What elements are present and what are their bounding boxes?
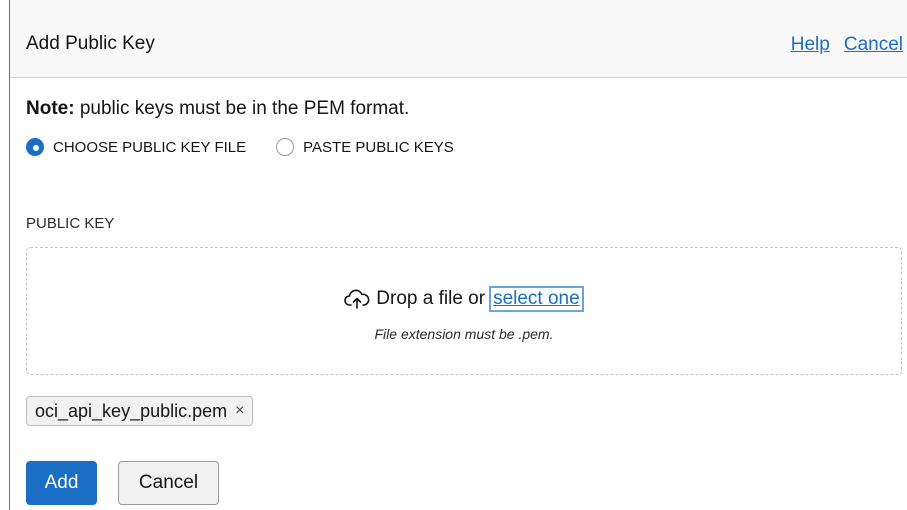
drop-text: Drop a file or — [376, 288, 486, 309]
cancel-button[interactable]: Cancel — [118, 461, 219, 505]
radio-unchecked-icon[interactable] — [276, 138, 295, 156]
drop-instructions: Drop a file or select one — [27, 286, 901, 312]
dialog-title: Add Public Key — [26, 33, 155, 54]
select-file-link[interactable]: select one — [489, 286, 584, 312]
note-text: public keys must be in the PEM format. — [74, 98, 410, 119]
dialog-header: Add Public Key Help Cancel — [10, 0, 907, 78]
header-cancel-link[interactable]: Cancel — [844, 34, 903, 55]
remove-file-icon[interactable]: × — [235, 402, 244, 420]
radio-paste-keys[interactable]: PASTE PUBLIC KEYS — [276, 138, 454, 156]
header-links: Help Cancel — [777, 34, 903, 56]
key-source-radio-group: CHOOSE PUBLIC KEY FILE PASTE PUBLIC KEYS — [26, 138, 484, 156]
radio-paste-keys-label[interactable]: PASTE PUBLIC KEYS — [303, 139, 454, 156]
left-divider — [0, 0, 10, 510]
add-button[interactable]: Add — [26, 461, 97, 505]
selected-file-name: oci_api_key_public.pem — [35, 400, 228, 421]
radio-checked-icon[interactable] — [26, 138, 44, 156]
public-key-label: PUBLIC KEY — [26, 215, 115, 232]
help-link[interactable]: Help — [791, 34, 830, 55]
file-dropzone[interactable]: Drop a file or select one File extension… — [26, 247, 902, 375]
selected-file-chip: oci_api_key_public.pem × — [26, 396, 254, 426]
note-label: Note: — [26, 98, 75, 119]
pem-format-note: Note: public keys must be in the PEM for… — [26, 98, 409, 120]
file-extension-hint: File extension must be .pem. — [374, 326, 554, 342]
radio-choose-file[interactable]: CHOOSE PUBLIC KEY FILE — [26, 138, 246, 156]
radio-choose-file-label[interactable]: CHOOSE PUBLIC KEY FILE — [53, 139, 246, 156]
cloud-upload-icon — [344, 289, 370, 309]
